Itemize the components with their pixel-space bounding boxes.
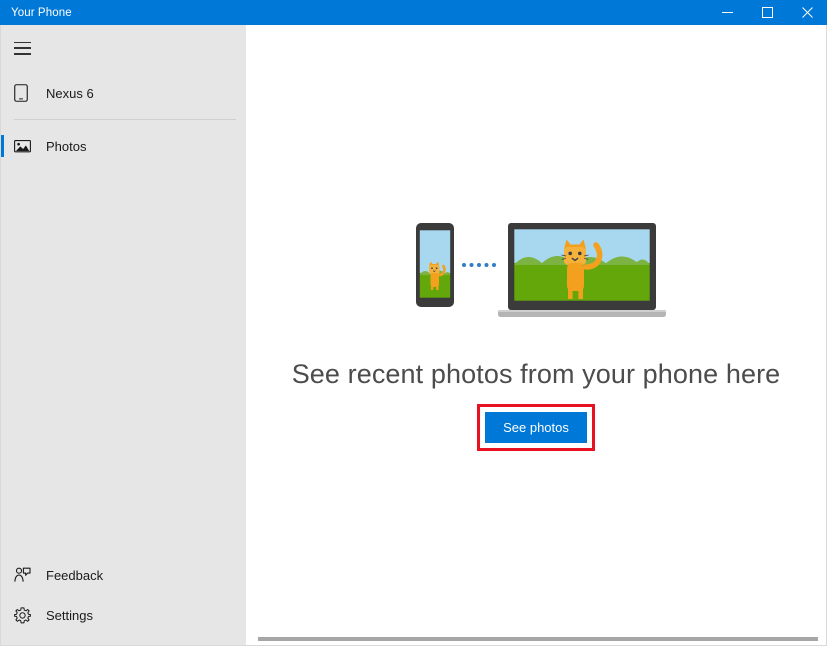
- sidebar-bottom-section: Feedback Settings: [1, 555, 246, 645]
- see-photos-button[interactable]: See photos: [485, 412, 587, 443]
- maximize-icon: [761, 7, 773, 18]
- see-photos-button-wrap: See photos: [477, 404, 595, 451]
- sidebar-item-nexus-6[interactable]: Nexus 6: [1, 73, 246, 113]
- sidebar-item-label: Photos: [46, 138, 87, 154]
- maximize-button[interactable]: [747, 0, 787, 25]
- minimize-button[interactable]: [707, 0, 747, 25]
- sidebar-item-label: Feedback: [46, 567, 104, 583]
- sidebar-item-label: Nexus 6: [46, 85, 94, 101]
- close-button[interactable]: [787, 0, 827, 25]
- photos-icon: [14, 139, 36, 153]
- sidebar-item-label: Settings: [46, 607, 93, 623]
- gear-icon: [14, 606, 36, 624]
- photos-empty-state: See recent photos from your phone here S…: [246, 221, 826, 451]
- sidebar-item-settings[interactable]: Settings: [1, 595, 246, 635]
- phone-to-laptop-photo-illustration: [400, 221, 672, 321]
- sidebar-item-photos[interactable]: Photos: [1, 126, 246, 166]
- window-body: Nexus 6 Photos Feedback Settings See rec…: [0, 25, 827, 646]
- scrollbar-track[interactable]: [246, 631, 826, 645]
- content-pane: See recent photos from your phone here S…: [246, 25, 826, 645]
- horizontal-scrollbar[interactable]: [246, 631, 826, 645]
- title-bar[interactable]: Your Phone: [0, 0, 827, 25]
- your-phone-window: Your Phone Nexus 6 Photos Feedback Setti…: [0, 0, 827, 646]
- hamburger-menu-button[interactable]: [1, 31, 246, 65]
- scrollbar-thumb[interactable]: [258, 637, 818, 641]
- sidebar-devices-section: Nexus 6: [1, 73, 246, 113]
- sidebar-item-feedback[interactable]: Feedback: [1, 555, 246, 595]
- sidebar-divider: [14, 119, 236, 120]
- sidebar-nav-section: Photos: [1, 126, 246, 166]
- window-controls: [707, 0, 827, 25]
- hamburger-icon: [14, 41, 31, 55]
- close-icon: [801, 7, 813, 18]
- phone-icon: [14, 84, 36, 102]
- sidebar: Nexus 6 Photos Feedback Settings: [1, 25, 246, 645]
- minimize-icon: [721, 12, 733, 13]
- page-title: See recent photos from your phone here: [291, 359, 781, 389]
- window-title: Your Phone: [11, 6, 72, 19]
- feedback-icon: [14, 567, 36, 583]
